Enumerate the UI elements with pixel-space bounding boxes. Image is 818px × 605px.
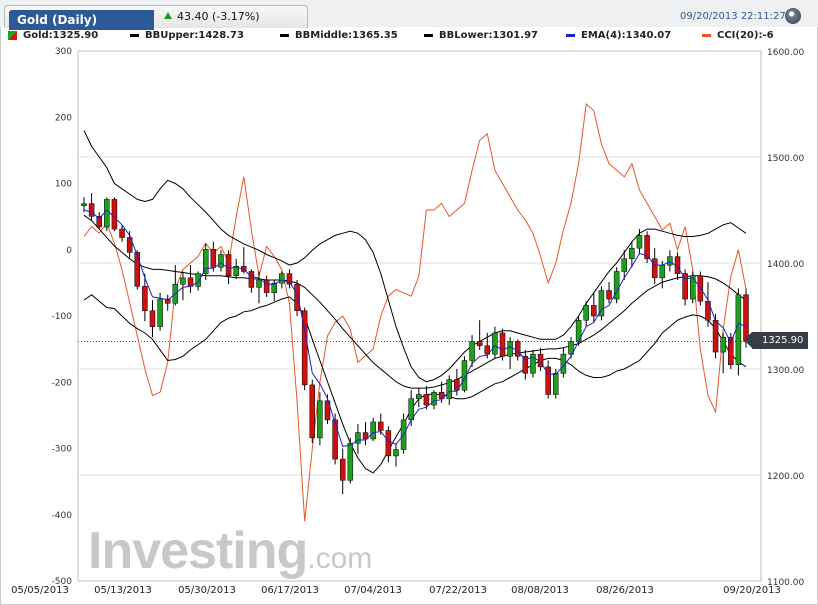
- x-tick-label: 05/05/2013: [11, 585, 69, 596]
- candle-body: [492, 332, 498, 355]
- cci-tick-label: 0: [66, 246, 72, 256]
- candle-body: [667, 256, 673, 266]
- candle-body: [195, 273, 201, 287]
- candle-body: [378, 421, 384, 431]
- candle-body: [149, 310, 156, 327]
- candle-body: [682, 273, 688, 300]
- cci-tick-label: 300: [55, 47, 72, 57]
- candle-body: [621, 258, 628, 272]
- candle-body: [507, 341, 513, 357]
- candle-body: [88, 203, 95, 217]
- candle-body: [339, 458, 346, 481]
- candle-body: [104, 199, 110, 228]
- candle-body: [263, 279, 270, 293]
- plot-area: [77, 50, 762, 582]
- cci-tick-label: -100: [52, 312, 73, 322]
- candle-body: [423, 394, 430, 406]
- candle-body: [256, 279, 262, 288]
- cci-tick-label: 200: [55, 113, 72, 123]
- candle-body: [393, 449, 399, 457]
- candle-body: [629, 247, 635, 260]
- candle-body: [210, 248, 217, 268]
- candle-body: [431, 392, 437, 406]
- price-tick-label: 1200.00: [767, 472, 804, 482]
- candle-body: [317, 400, 323, 439]
- candle-body: [279, 273, 285, 284]
- candle-body: [347, 442, 354, 481]
- candle-body: [294, 283, 300, 311]
- x-tick-label: 05/13/2013: [94, 585, 152, 596]
- cci-tick-label: 100: [55, 180, 72, 190]
- investing-logo: Investing.com: [88, 523, 372, 579]
- candle-body: [636, 235, 643, 249]
- candle-body: [553, 372, 559, 395]
- candle-body: [416, 394, 422, 399]
- candle-body: [720, 336, 726, 353]
- candle-body: [606, 290, 612, 300]
- watermark-main: Investing: [88, 522, 308, 580]
- x-tick-label: 05/30/2013: [178, 585, 236, 596]
- price-tick-label: 1500.00: [767, 154, 804, 164]
- bb-lower-line: [83, 294, 747, 474]
- candle-body: [712, 319, 719, 353]
- cci-tick-label: -300: [52, 445, 73, 455]
- price-tick-label: 1300.00: [767, 366, 804, 376]
- x-tick-label: 09/20/2013: [723, 585, 781, 596]
- candle-body: [134, 252, 141, 287]
- candle-body: [583, 305, 589, 321]
- cci-line: [83, 103, 747, 522]
- candle-body: [370, 421, 376, 440]
- x-tick-label: 07/04/2013: [344, 585, 402, 596]
- candle-body: [499, 332, 506, 357]
- price-tick-label: 1600.00: [767, 48, 804, 58]
- candle-body: [659, 264, 666, 279]
- cci-tick-label: -400: [52, 511, 73, 521]
- candle-body: [385, 430, 392, 457]
- candle-body: [689, 275, 696, 300]
- price-tick-label: 1400.00: [767, 260, 804, 270]
- candle-body: [446, 379, 452, 399]
- x-tick-label: 06/17/2013: [261, 585, 319, 596]
- x-tick-label: 07/22/2013: [429, 585, 487, 596]
- candle-body: [218, 254, 224, 268]
- candle-body: [180, 277, 186, 285]
- x-tick-label: 08/26/2013: [596, 585, 654, 596]
- last-price-badge: 1325.90: [743, 332, 809, 349]
- candle-body: [697, 275, 704, 302]
- candle-body: [157, 298, 163, 327]
- candle-body: [309, 384, 316, 439]
- price-chart[interactable]: 1600.001500.001400.001300.001200.001100.…: [0, 0, 818, 605]
- candle-body: [735, 294, 742, 366]
- x-tick-label: 08/08/2013: [511, 585, 569, 596]
- candle-body: [202, 248, 209, 274]
- candle-body: [119, 228, 125, 238]
- candle-body: [248, 271, 255, 288]
- candle-body: [111, 199, 118, 230]
- candle-body: [469, 341, 475, 361]
- candle-body: [81, 203, 87, 207]
- candle-body: [591, 305, 597, 317]
- candle-body: [651, 258, 658, 279]
- candle-body: [332, 419, 338, 460]
- cci-tick-label: -200: [52, 378, 73, 388]
- candle-body: [514, 341, 521, 357]
- candle-body: [476, 341, 483, 346]
- candle-body: [225, 254, 232, 276]
- candle-body: [142, 286, 148, 311]
- watermark-suffix: .com: [307, 542, 373, 575]
